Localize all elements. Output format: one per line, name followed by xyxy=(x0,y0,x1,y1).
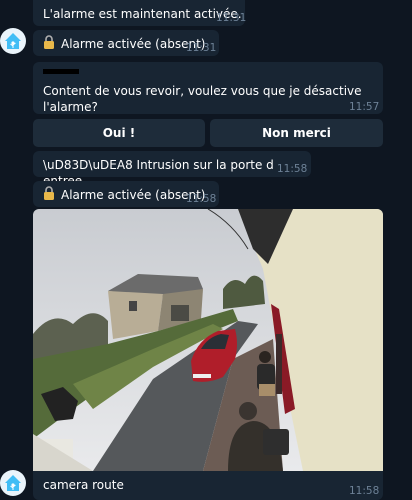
message-alarm-enabled: L'alarme est maintenant activée. 11:31 xyxy=(33,0,247,26)
camera-photo[interactable] xyxy=(33,209,383,471)
home-assistant-icon xyxy=(5,475,21,491)
message-alarm-absent: Alarme activée (absent) 11:31 xyxy=(33,30,219,56)
lock-icon xyxy=(43,35,55,53)
message-text: Alarme activée (absent) xyxy=(61,188,206,202)
message-text: Alarme activée (absent) xyxy=(61,37,206,51)
message-time: 11:57 xyxy=(349,101,380,113)
photo-caption-bubble: camera route 11:58 xyxy=(33,471,383,500)
message-intrusion: \uD83D\uDEA8 Intrusion sur la porte d en… xyxy=(33,151,311,188)
message-time: 11:31 xyxy=(186,42,217,54)
message-time: 11:58 xyxy=(349,485,380,497)
message-time: 11:58 xyxy=(186,193,217,205)
photo-caption: camera route xyxy=(43,478,124,492)
message-time: 11:58 xyxy=(277,163,308,175)
message-time: 11:31 xyxy=(216,12,247,24)
message-text: L'alarme est maintenant activée. xyxy=(43,7,242,21)
sender-name-redacted xyxy=(43,69,79,74)
message-welcome-back: Content de vous revoir, voulez vous que … xyxy=(33,62,383,114)
bot-avatar[interactable] xyxy=(0,470,26,496)
bot-avatar[interactable] xyxy=(0,28,26,54)
lock-icon xyxy=(43,186,55,204)
no-thanks-button[interactable]: Non merci xyxy=(210,119,383,147)
home-assistant-icon xyxy=(5,33,21,49)
message-alarm-absent-2: Alarme activée (absent) 11:58 xyxy=(33,181,219,207)
yes-button[interactable]: Oui ! xyxy=(33,119,205,147)
message-text: Content de vous revoir, voulez vous que … xyxy=(43,84,362,114)
